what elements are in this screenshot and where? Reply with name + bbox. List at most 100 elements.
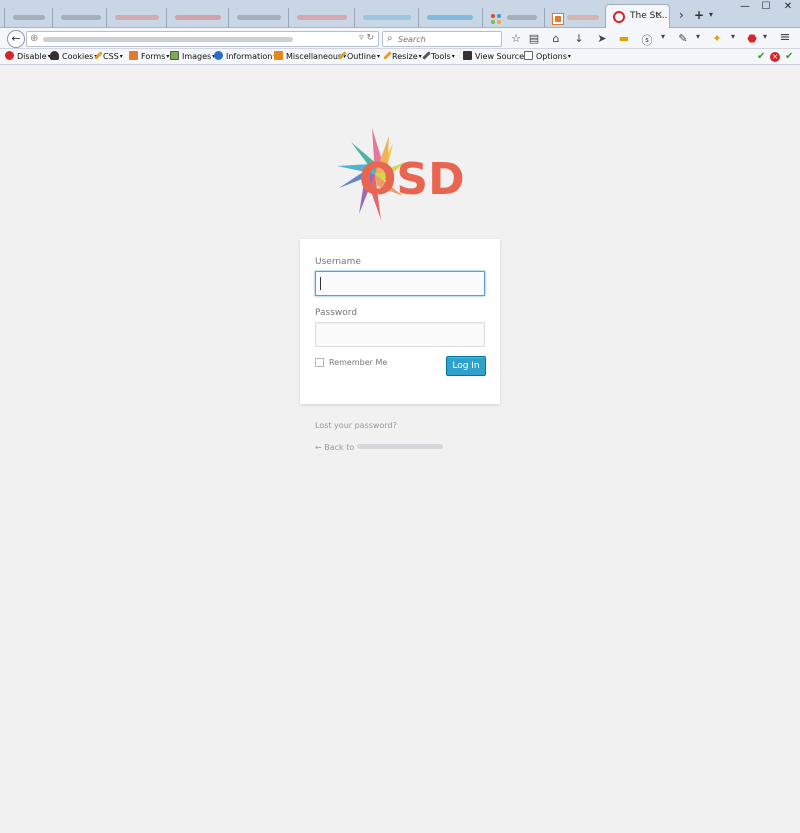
bookmark-star-icon[interactable]: ☆	[509, 32, 523, 45]
lost-password-link[interactable]: Lost your password?	[315, 421, 397, 430]
browser-tab-active[interactable]: The St... ✕	[605, 4, 670, 29]
toolbar-css[interactable]: CSS▾	[94, 51, 123, 61]
browser-tab[interactable]	[354, 8, 418, 28]
toolbar-outline[interactable]: Outline▾	[338, 51, 380, 61]
forms-icon	[129, 51, 138, 60]
chevron-down-icon[interactable]: ▾	[726, 32, 740, 41]
toolbar-label: Cookies	[62, 52, 94, 61]
check-icon[interactable]: ✔	[785, 51, 793, 62]
toolbar-resize[interactable]: Resize▾	[383, 51, 422, 61]
toolbar-view-source[interactable]: View Source▾	[463, 51, 528, 61]
cookies-icon	[50, 51, 59, 60]
login-button[interactable]: Log In	[446, 356, 486, 376]
tools-icon	[422, 51, 431, 60]
home-icon[interactable]: ⌂	[549, 32, 563, 45]
adblock-icon[interactable]: ⬣	[745, 32, 759, 45]
text-cursor	[320, 277, 321, 290]
toolbar-label: Outline	[347, 52, 376, 61]
browser-tab[interactable]	[482, 8, 544, 28]
toolbar-label: Tools	[431, 52, 451, 61]
check-icon[interactable]: ✔	[757, 51, 765, 62]
search-input[interactable]	[398, 33, 498, 45]
browser-tab[interactable]	[4, 8, 52, 28]
toolbar-label: Miscellaneous	[286, 52, 343, 61]
remember-me-label[interactable]: Remember Me	[329, 358, 387, 367]
menu-icon[interactable]: ≡	[778, 30, 792, 45]
toolbar-label: Images	[182, 52, 212, 61]
opera-icon	[613, 11, 625, 23]
bookmarks-list-icon[interactable]: ▤	[527, 32, 541, 45]
browser-tab[interactable]	[418, 8, 482, 28]
minimize-icon[interactable]: —	[737, 1, 753, 12]
chevron-down-icon[interactable]: ▾	[691, 32, 705, 41]
browser-tab[interactable]	[106, 8, 166, 28]
maximize-icon[interactable]: ☐	[758, 1, 774, 12]
view-source-icon	[463, 51, 472, 60]
addon-icon[interactable]: ⓢ	[640, 32, 654, 48]
close-icon[interactable]: ✕	[655, 10, 663, 21]
resize-icon	[383, 51, 392, 60]
extension-icon[interactable]: ▬	[617, 32, 631, 45]
login-page: OSD Username Password Remember Me Log In…	[3, 66, 797, 833]
chevron-down-icon[interactable]: ▾	[709, 10, 713, 19]
miscellaneous-icon	[274, 51, 283, 60]
password-label: Password	[315, 308, 358, 318]
browser-tab[interactable]	[52, 8, 106, 28]
browser-tab[interactable]	[166, 8, 228, 28]
reload-icon[interactable]: ▿ ↻	[359, 33, 374, 43]
login-form: Username Password Remember Me Log In	[300, 239, 500, 404]
toolbar-label: View Source	[475, 52, 525, 61]
search-icon: ⌕	[387, 33, 393, 44]
disable-icon	[5, 51, 14, 60]
search-bar[interactable]: ⌕	[382, 31, 502, 47]
chevron-right-icon[interactable]: ›	[679, 8, 684, 22]
back-button[interactable]: ←	[7, 30, 25, 48]
back-link-label: ← Back to	[315, 443, 355, 452]
url-text-redacted	[43, 37, 293, 42]
osd-logo[interactable]: OSD	[331, 128, 475, 224]
arrow-left-icon: ←	[11, 32, 21, 45]
site-favicon-icon	[552, 13, 564, 25]
username-input[interactable]	[315, 271, 485, 296]
new-tab-icon[interactable]: +	[694, 8, 704, 22]
toolbar-label: Options	[536, 52, 567, 61]
toolbar-label: Forms	[141, 52, 166, 61]
chevron-down-icon[interactable]: ▾	[758, 32, 772, 41]
toolbar-label: CSS	[103, 52, 119, 61]
tab-bar: The St... ✕ › + ▾ — ☐ ✕	[0, 0, 800, 29]
chevron-down-icon[interactable]: ▾	[656, 32, 670, 41]
web-developer-toolbar: Disable▾ Cookies▾ CSS▾ Forms▾ Images▾ In…	[0, 49, 800, 65]
toolbar-tools[interactable]: Tools▾	[422, 51, 455, 61]
logo-text: OSD	[359, 154, 465, 205]
send-icon[interactable]: ➤	[595, 32, 609, 45]
globe-icon: ⊕	[30, 33, 39, 44]
toolbar-information[interactable]: Information▾	[214, 51, 276, 61]
plugin-icon[interactable]: ✦	[710, 32, 724, 45]
window-close-icon[interactable]: ✕	[780, 1, 796, 12]
toolbar-cookies[interactable]: Cookies▾	[50, 51, 97, 61]
options-icon	[524, 51, 533, 60]
eyedropper-icon[interactable]: ✎	[676, 32, 690, 45]
password-input[interactable]	[315, 322, 485, 347]
joomla-icon	[490, 13, 502, 25]
remember-me-checkbox[interactable]	[315, 358, 324, 367]
toolbar-options[interactable]: Options▾	[524, 51, 571, 61]
back-to-site-link[interactable]: ← Back to	[315, 443, 443, 452]
url-bar[interactable]: ⊕ ▿ ↻	[26, 31, 379, 47]
toolbar-label: Information	[226, 52, 273, 61]
error-icon[interactable]: ✕	[770, 52, 780, 62]
toolbar-miscellaneous[interactable]: Miscellaneous▾	[274, 51, 346, 61]
browser-tab[interactable]	[544, 8, 604, 28]
browser-tab[interactable]	[228, 8, 288, 28]
username-label: Username	[315, 257, 361, 267]
toolbar-forms[interactable]: Forms▾	[129, 51, 169, 61]
images-icon	[170, 51, 179, 60]
download-icon[interactable]: ↓	[572, 32, 586, 45]
toolbar-disable[interactable]: Disable▾	[5, 51, 51, 61]
toolbar-images[interactable]: Images▾	[170, 51, 215, 61]
toolbar-label: Resize	[392, 52, 418, 61]
site-name-redacted	[356, 444, 443, 449]
browser-tab[interactable]	[288, 8, 354, 28]
information-icon	[214, 51, 223, 60]
navigation-toolbar: ← ⊕ ▿ ↻ ⌕ ☆ ▤ ⌂ ↓ ➤ ▬ ⓢ ▾ ✎ ▾ ✦ ▾ ⬣ ▾ ≡	[0, 28, 800, 49]
